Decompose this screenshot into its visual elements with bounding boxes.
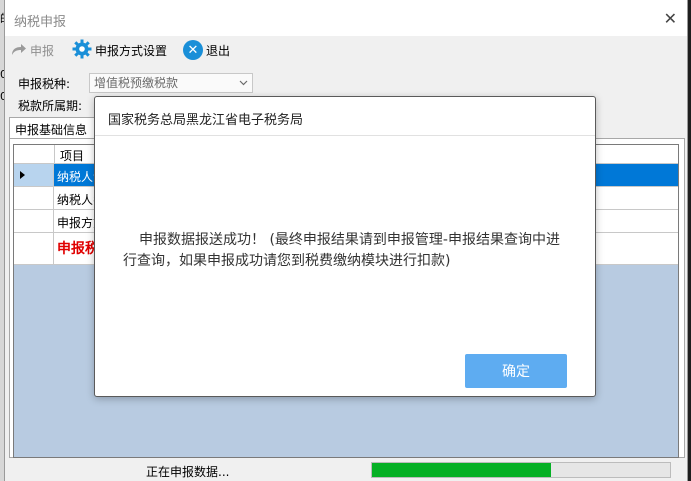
- current-row-arrow-icon: [20, 171, 25, 179]
- redo-arrow-icon: [9, 41, 27, 60]
- dialog-title: 国家税务总局黑龙江省电子税务局: [95, 97, 595, 136]
- gear-icon: [72, 39, 92, 62]
- progress-fill: [372, 463, 551, 477]
- exit-button[interactable]: ✕ 退出: [183, 39, 230, 61]
- ok-button[interactable]: 确定: [465, 354, 567, 388]
- column-header-item: 项目: [54, 145, 84, 164]
- status-message: 正在申报数据...: [146, 465, 230, 479]
- row-selector[interactable]: [14, 210, 54, 233]
- tax-type-label: 申报税种:: [18, 77, 71, 91]
- declare-method-settings-button[interactable]: 申报方式设置: [72, 39, 167, 61]
- exit-label: 退出: [206, 43, 231, 58]
- status-bar: 正在申报数据...: [5, 459, 687, 481]
- success-dialog: 国家税务总局黑龙江省电子税务局 申报数据报送成功！ (最终申报结果请到申报管理-…: [94, 96, 596, 397]
- declare-label: 申报: [30, 43, 55, 58]
- row-selector[interactable]: [14, 187, 54, 210]
- row-selector[interactable]: [14, 233, 54, 265]
- tax-type-value: 增值税预缴税款: [94, 76, 179, 90]
- toolbar: 申报 申报方式设置 ✕ 退出: [5, 36, 687, 64]
- row-selector[interactable]: [14, 164, 54, 187]
- chevron-down-icon: [239, 80, 248, 86]
- progress-bar: [371, 462, 671, 478]
- tab-basic-info[interactable]: 申报基础信息: [9, 117, 95, 139]
- dialog-message: 申报数据报送成功！ (最终申报结果请到申报管理-申报结果查询中进行查询，如果申报…: [123, 232, 560, 269]
- window-title: 纳税申报: [14, 15, 67, 30]
- tax-period-label: 税款所属期:: [18, 99, 83, 113]
- tax-type-select[interactable]: 增值税预缴税款: [89, 73, 253, 93]
- settings-label: 申报方式设置: [95, 43, 168, 58]
- title-bar: 纳税申报 ✕: [5, 0, 687, 36]
- close-icon[interactable]: ✕: [664, 9, 677, 28]
- exit-x-icon: ✕: [183, 40, 203, 60]
- declare-button[interactable]: 申报: [9, 39, 54, 61]
